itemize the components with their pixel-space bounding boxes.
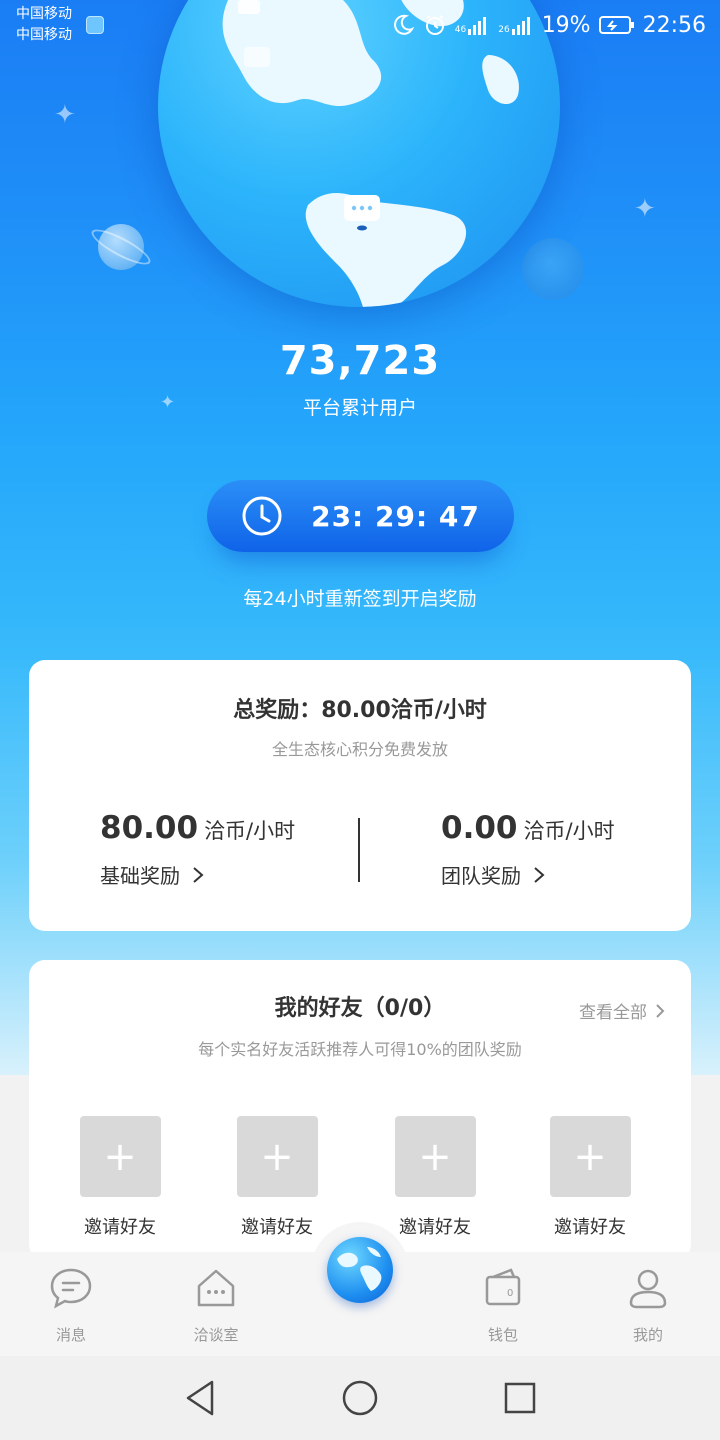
status-icons: 46 26 19% 22:56 bbox=[391, 8, 706, 42]
plus-icon: + bbox=[236, 1116, 318, 1197]
team-reward: 0.00 洽币/小时 团队奖励 bbox=[441, 810, 615, 889]
invite-label: 邀请好友 bbox=[241, 1217, 313, 1238]
basic-reward-link[interactable]: 基础奖励 bbox=[100, 860, 295, 889]
invite-friend-button[interactable]: + 邀请好友 bbox=[217, 1116, 337, 1239]
center-globe-button[interactable] bbox=[327, 1237, 393, 1303]
back-triangle-icon[interactable] bbox=[180, 1378, 220, 1418]
status-bar: 中国移动 中国移动 46 26 19% 22:56 bbox=[0, 0, 720, 50]
tab-messages[interactable]: 消息 bbox=[21, 1266, 121, 1345]
house-icon bbox=[197, 1269, 235, 1307]
view-all-link[interactable]: 查看全部 bbox=[579, 998, 665, 1023]
friends-subtitle: 每个实名好友活跃推荐人可得10%的团队奖励 bbox=[198, 1040, 522, 1059]
tab-label: 我的 bbox=[632, 1326, 663, 1344]
divider bbox=[358, 818, 360, 882]
chevron-right-icon bbox=[656, 1003, 665, 1018]
team-reward-link[interactable]: 团队奖励 bbox=[441, 860, 615, 889]
tab-chat-room[interactable]: 洽谈室 bbox=[166, 1266, 266, 1345]
carrier-label: 中国移动 bbox=[16, 27, 72, 43]
battery-percent: 19% bbox=[541, 12, 591, 38]
globe-icon bbox=[337, 1247, 382, 1291]
reward-title: 总奖励：80.00洽币/小时 bbox=[233, 698, 487, 723]
invite-friend-button[interactable]: + 邀请好友 bbox=[60, 1116, 180, 1239]
team-reward-value: 0.00 bbox=[441, 810, 518, 846]
chevron-right-icon bbox=[534, 866, 545, 883]
tab-wallet[interactable]: 0 钱包 bbox=[453, 1266, 553, 1345]
invite-label: 邀请好友 bbox=[84, 1217, 156, 1238]
plus-icon: + bbox=[79, 1116, 161, 1197]
recents-square-icon[interactable] bbox=[500, 1378, 540, 1418]
basic-reward-label: 基础奖励 bbox=[100, 864, 180, 888]
moon-icon bbox=[393, 14, 415, 35]
system-nav-bar bbox=[0, 1356, 720, 1440]
view-all-label: 查看全部 bbox=[579, 1003, 647, 1023]
users-count: 73,723 bbox=[279, 338, 441, 384]
tab-label: 消息 bbox=[55, 1326, 86, 1344]
carrier-label: 中国移动 bbox=[16, 6, 72, 22]
wallet-badge: 0 bbox=[507, 1288, 513, 1299]
sparkle-icon: ✦ bbox=[634, 194, 656, 224]
signal-icon: 26 bbox=[498, 15, 533, 35]
tab-label: 钱包 bbox=[487, 1326, 518, 1344]
network-type: 46 bbox=[454, 25, 467, 35]
alarm-icon bbox=[425, 15, 444, 35]
user-icon bbox=[629, 1269, 667, 1309]
basic-reward-unit: 洽币/小时 bbox=[204, 819, 296, 843]
plus-icon: + bbox=[549, 1116, 631, 1197]
team-reward-unit: 洽币/小时 bbox=[523, 819, 615, 843]
friends-card: 我的好友（0/0） 查看全部 每个实名好友活跃推荐人可得10%的团队奖励 + 邀… bbox=[29, 960, 691, 1260]
signal-icon: 46 bbox=[455, 15, 490, 35]
clock-icon bbox=[242, 496, 282, 536]
chevron-right-icon bbox=[193, 866, 204, 883]
battery-icon bbox=[598, 16, 634, 34]
tab-label: 洽谈室 bbox=[193, 1326, 239, 1344]
chat-bubble-icon bbox=[50, 1268, 92, 1309]
shield-icon bbox=[86, 16, 104, 34]
checkin-timer-button[interactable]: 23: 29: 47 bbox=[207, 480, 514, 552]
invite-friend-button[interactable]: + 邀请好友 bbox=[375, 1116, 495, 1239]
invite-label: 邀请好友 bbox=[554, 1217, 626, 1238]
clock-time: 22:56 bbox=[642, 12, 706, 38]
reward-subtitle: 全生态核心积分免费发放 bbox=[271, 740, 448, 759]
home-circle-icon[interactable] bbox=[340, 1378, 380, 1418]
users-label: 平台累计用户 bbox=[302, 397, 417, 419]
network-type: 26 bbox=[498, 25, 510, 35]
tab-me[interactable]: 我的 bbox=[598, 1266, 698, 1345]
reward-card: 总奖励：80.00洽币/小时 全生态核心积分免费发放 80.00 洽币/小时 基础… bbox=[29, 660, 691, 931]
plus-icon: + bbox=[394, 1116, 476, 1197]
checkin-tip: 每24小时重新签到开启奖励 bbox=[243, 588, 477, 610]
sparkle-icon: ✦ bbox=[54, 100, 76, 130]
countdown-text: 23: 29: 47 bbox=[311, 499, 480, 533]
team-reward-label: 团队奖励 bbox=[441, 864, 521, 888]
basic-reward-value: 80.00 bbox=[100, 810, 199, 846]
invite-friend-button[interactable]: + 邀请好友 bbox=[530, 1116, 650, 1239]
wallet-icon: 0 bbox=[485, 1268, 521, 1306]
basic-reward: 80.00 洽币/小时 基础奖励 bbox=[100, 810, 295, 889]
